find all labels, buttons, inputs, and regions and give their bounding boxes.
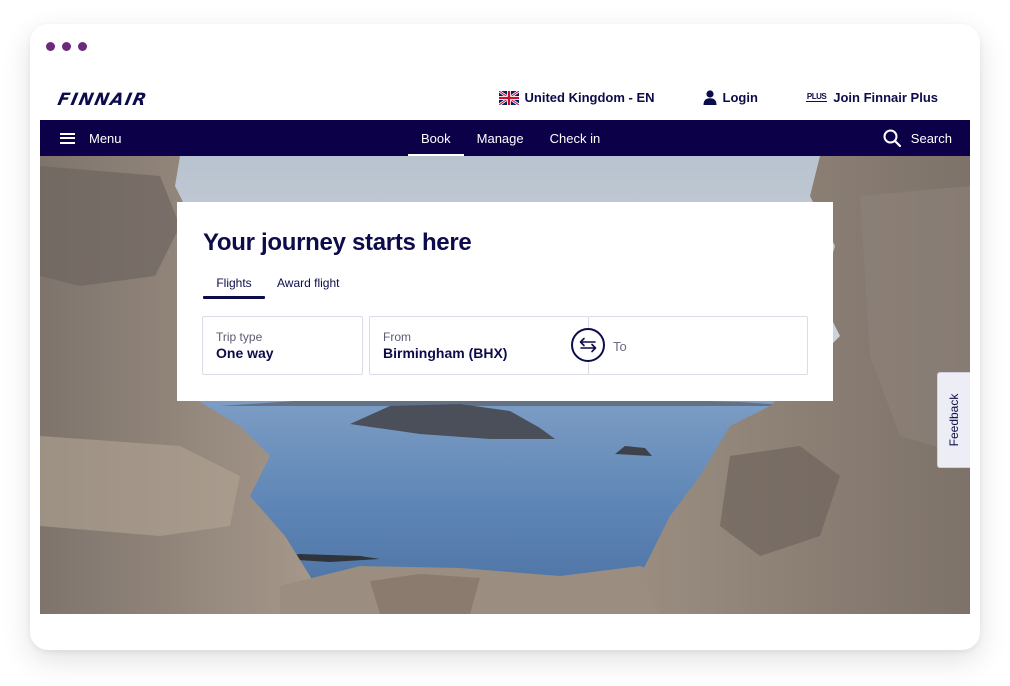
search-button[interactable]: Search (883, 120, 952, 156)
to-label: To (613, 339, 627, 354)
user-icon (703, 90, 717, 105)
join-label: Join Finnair Plus (833, 90, 938, 105)
booking-tabs: Flights Award flight (203, 274, 339, 299)
from-label: From (383, 330, 411, 344)
swap-arrows-icon (579, 337, 597, 353)
main-nav: Menu Book Manage Check in Search (40, 120, 970, 156)
trip-type-label: Trip type (216, 330, 263, 344)
from-field[interactable]: From Birmingham (BHX) (369, 316, 589, 375)
window-controls (46, 42, 87, 51)
window-dot-icon (46, 42, 55, 51)
uk-flag-icon (498, 90, 519, 105)
feedback-tab[interactable]: Feedback (937, 372, 970, 468)
finnair-plus-icon: PLUS (805, 92, 828, 102)
feedback-label: Feedback (947, 393, 961, 447)
login-link[interactable]: Login (703, 90, 758, 105)
locale-label: United Kingdom - EN (524, 90, 655, 105)
tab-manage[interactable]: Manage (464, 120, 537, 156)
menu-label: Menu (89, 130, 122, 146)
page-title: Your journey starts here (203, 229, 472, 256)
from-value: Birmingham (BHX) (383, 345, 508, 361)
window-dot-icon (62, 42, 71, 51)
tab-flights[interactable]: Flights (203, 274, 265, 299)
locale-selector[interactable]: United Kingdom - EN (498, 90, 655, 105)
menu-button[interactable]: Menu (60, 120, 122, 156)
login-label: Login (722, 90, 758, 105)
tab-award-flight[interactable]: Award flight (277, 274, 339, 299)
to-field[interactable]: To (588, 316, 808, 375)
finnair-logo[interactable]: FINNAIR (56, 90, 150, 110)
search-icon (883, 129, 901, 147)
booking-widget: Your journey starts here Flights Award f… (177, 202, 833, 401)
trip-type-value: One way (216, 345, 274, 361)
top-bar: FINNAIR United Kingdom - EN Login PLUS J… (40, 78, 970, 120)
nav-tabs: Book Manage Check in (408, 120, 613, 156)
trip-type-select[interactable]: Trip type One way (202, 316, 363, 375)
tab-check-in[interactable]: Check in (537, 120, 614, 156)
join-finnair-plus-link[interactable]: PLUS Join Finnair Plus (805, 90, 938, 105)
browser-window: FINNAIR United Kingdom - EN Login PLUS J… (30, 24, 980, 650)
window-dot-icon (78, 42, 87, 51)
hamburger-icon (60, 132, 75, 144)
tab-book[interactable]: Book (408, 120, 464, 156)
swap-button[interactable] (571, 328, 605, 362)
search-label: Search (910, 130, 952, 146)
